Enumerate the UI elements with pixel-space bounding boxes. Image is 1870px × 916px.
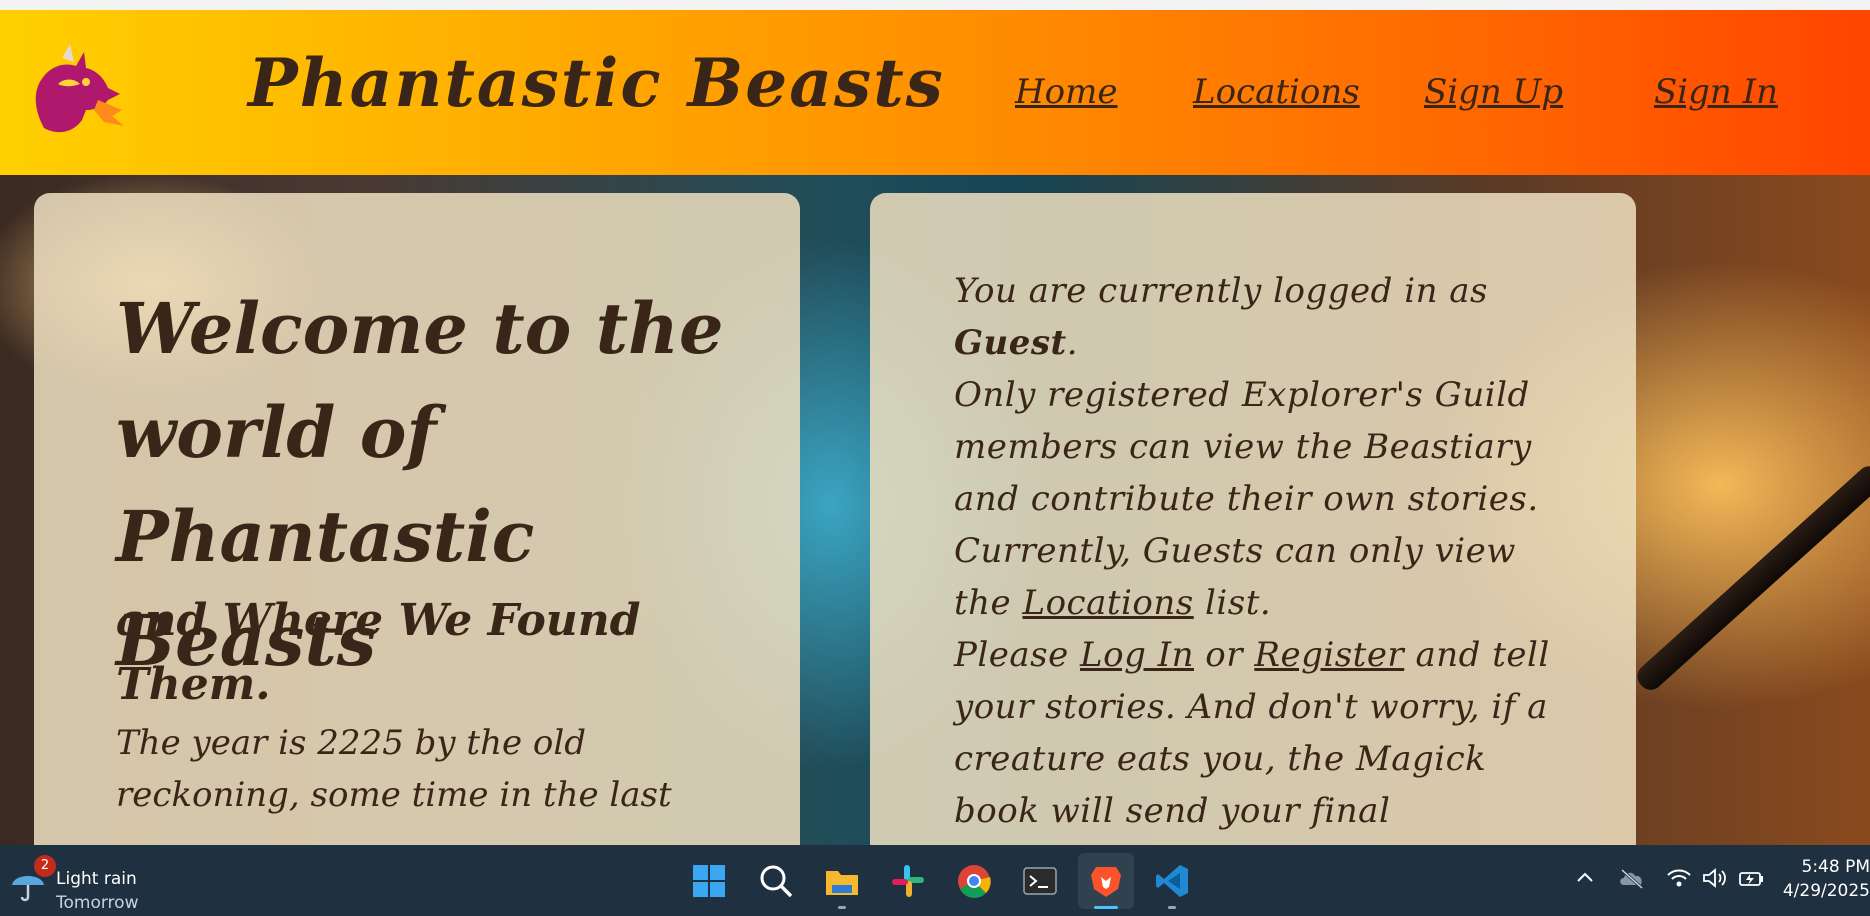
guests-suffix: list. bbox=[1205, 583, 1272, 623]
search-icon[interactable] bbox=[748, 853, 804, 909]
site-header: Phantastic Beasts Home Locations Sign Up… bbox=[0, 10, 1870, 175]
current-user-name: Guest bbox=[954, 323, 1067, 363]
wand-image bbox=[1632, 461, 1870, 695]
nav-home-link[interactable]: Home bbox=[1015, 72, 1117, 112]
terminal-icon[interactable] bbox=[1012, 853, 1068, 909]
onedrive-offline-icon[interactable] bbox=[1618, 867, 1646, 893]
battery-icon[interactable] bbox=[1738, 867, 1766, 893]
start-icon[interactable] bbox=[681, 853, 737, 909]
nav-sign-up-link[interactable]: Sign Up bbox=[1424, 72, 1563, 112]
or-text: or bbox=[1205, 635, 1244, 675]
user-suffix: . bbox=[1066, 323, 1079, 363]
logged-in-text: You are currently logged in as bbox=[954, 271, 1488, 311]
weather-alert-badge: 2 bbox=[34, 855, 56, 877]
weather-condition: Light rain bbox=[56, 869, 137, 889]
site-title: Phantastic Beasts bbox=[248, 44, 945, 122]
register-link[interactable]: Register bbox=[1254, 635, 1404, 675]
guest-info-text: You are currently logged in as Guest. On… bbox=[954, 265, 1574, 837]
nav-locations-link[interactable]: Locations bbox=[1193, 72, 1360, 112]
guest-info-card: You are currently logged in as Guest. On… bbox=[870, 193, 1636, 873]
weather-when: Tomorrow bbox=[56, 893, 139, 913]
clock-date: 4/29/2025 bbox=[1782, 881, 1870, 901]
chevron-up-icon[interactable] bbox=[1574, 867, 1596, 893]
log-in-link[interactable]: Log In bbox=[1080, 635, 1194, 675]
welcome-intro-text: The year is 2225 by the old reckoning, s… bbox=[116, 723, 672, 815]
slack-icon[interactable] bbox=[880, 853, 936, 909]
vscode-icon[interactable] bbox=[1144, 853, 1200, 909]
browser-top-strip bbox=[0, 0, 1870, 10]
running-indicator bbox=[838, 906, 846, 909]
active-indicator bbox=[1094, 906, 1118, 909]
chrome-icon[interactable] bbox=[946, 853, 1002, 909]
windows-taskbar: 2 Light rain Tomorrow 5:48 PM 4/29/2025 bbox=[0, 845, 1870, 916]
file-explorer-icon[interactable] bbox=[814, 853, 870, 909]
locations-link[interactable]: Locations bbox=[1023, 583, 1194, 623]
please-text: Please bbox=[954, 635, 1069, 675]
brave-icon[interactable] bbox=[1078, 853, 1134, 909]
weather-widget[interactable]: 2 Light rain Tomorrow bbox=[8, 855, 158, 913]
clock-time: 5:48 PM bbox=[1801, 857, 1870, 877]
nav-sign-in-link[interactable]: Sign In bbox=[1654, 72, 1778, 112]
wifi-icon[interactable] bbox=[1666, 867, 1692, 893]
volume-icon[interactable] bbox=[1702, 867, 1728, 893]
welcome-card: Welcome to the world of Phantastic Beast… bbox=[34, 193, 800, 873]
dragon-logo-icon[interactable] bbox=[24, 40, 124, 140]
welcome-subheading: and Where We Found Them. bbox=[116, 595, 641, 710]
system-clock[interactable]: 5:48 PM 4/29/2025 bbox=[1770, 845, 1870, 916]
running-indicator bbox=[1168, 906, 1176, 909]
members-text: Only registered Explorer's Guild members… bbox=[954, 375, 1539, 519]
